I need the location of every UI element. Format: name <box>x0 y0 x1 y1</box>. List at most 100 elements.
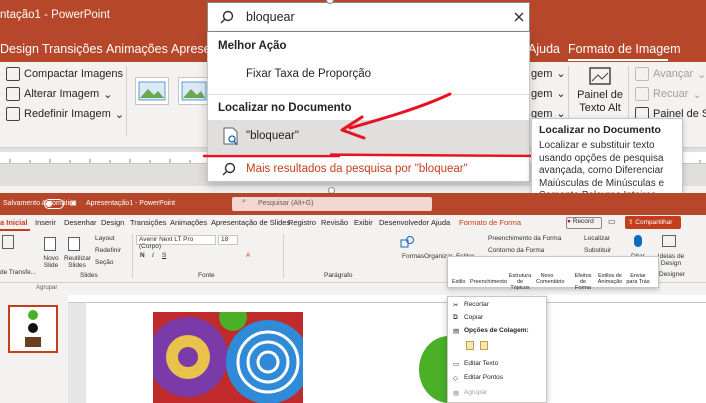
tab-revisao[interactable]: Revisão <box>321 218 348 227</box>
design-ideas-icon <box>662 235 676 247</box>
tab-formato-forma[interactable]: Formato de Forma <box>459 218 521 227</box>
novo-slide-button[interactable]: Novo Slide <box>40 255 62 269</box>
avancar-button[interactable]: Avançar ⌄ <box>635 67 706 81</box>
redefinir-button[interactable]: Redefinir <box>95 247 121 254</box>
layout-button[interactable]: Layout <box>95 235 115 242</box>
redefinir-imagem-button[interactable]: Redefinir Imagem ⌄ <box>6 107 124 121</box>
mini-novo-comentario[interactable]: Novo Comentário <box>536 273 564 285</box>
divider <box>132 234 133 278</box>
imagem-option-1[interactable]: gem ⌄ <box>531 67 566 81</box>
alterar-imagem-button[interactable]: Alterar Imagem ⌄ <box>6 87 112 101</box>
picture-style-icon <box>181 81 207 101</box>
ctx-opcoes-colagem: Opções de Colagem: <box>464 327 529 334</box>
chevron-down-icon: ⌄ <box>114 108 125 121</box>
substituir-button[interactable]: Substituir <box>584 247 611 254</box>
tab-apresentacao-slides[interactable]: Apresentação de Slides <box>211 218 290 227</box>
search-input[interactable]: bloquear <box>246 10 295 24</box>
qa-agrupar[interactable]: Agrupar <box>36 285 57 291</box>
formas-button[interactable]: Formas <box>402 253 424 260</box>
search-box[interactable]: bloquear <box>207 2 530 32</box>
edit-text-icon: ▭ <box>453 361 460 368</box>
mini-enviar-tras[interactable]: Enviar para Trás <box>626 273 650 285</box>
ctx-recortar[interactable]: Recortar <box>464 301 489 308</box>
context-menu: ✂ Recortar ⧉ Copiar ▤ Opções de Colagem:… <box>447 296 547 403</box>
red-underline <box>202 154 340 158</box>
autosave-toggle[interactable] <box>44 199 64 209</box>
comment-icon[interactable]: ▭ <box>608 217 616 226</box>
apple-shape <box>28 323 38 333</box>
tab-design[interactable]: Design <box>101 218 124 227</box>
tab-desenvolvedor[interactable]: Desenvolvedor <box>379 218 429 227</box>
picture-style-icon <box>138 81 166 101</box>
tab-inserir[interactable]: Inserir <box>35 218 56 227</box>
lower-ruler <box>68 295 706 303</box>
ctx-agrupar[interactable]: Agrupar <box>464 389 487 396</box>
paste-icon[interactable] <box>2 235 14 249</box>
picture-style-1[interactable] <box>135 77 169 105</box>
mini-estilo[interactable]: Estilo <box>452 279 465 285</box>
autosave-label: Salvamento Automático <box>3 200 77 207</box>
green-circle-shape <box>28 310 38 320</box>
reset-picture-icon <box>6 107 20 121</box>
tab-animacoes[interactable]: Animações <box>106 42 168 56</box>
gears-image[interactable] <box>153 312 303 403</box>
more-results-link[interactable]: Mais resultados da pesquisa por "bloquea… <box>246 163 468 175</box>
underline-button[interactable]: S <box>162 252 166 259</box>
best-action-item[interactable]: Fixar Taxa de Proporção <box>246 68 371 80</box>
record-button[interactable]: ● Record <box>566 217 602 229</box>
mini-efeitos-forma[interactable]: Efeitos de Forma <box>572 273 594 291</box>
paste-option-icon[interactable] <box>466 341 474 350</box>
gears-picture <box>153 312 303 403</box>
painel-texto-alt-button[interactable]: Painel de Texto Alt <box>576 66 624 122</box>
tab-transicoes[interactable]: Transições <box>130 218 166 227</box>
mini-estrutura-topicos[interactable]: Estrutura de Tópicos <box>508 273 532 291</box>
tab-ajuda[interactable]: Ajuda <box>528 42 560 56</box>
paste-icon: ▤ <box>453 328 460 335</box>
chevron-down-icon: ⌄ <box>692 88 702 101</box>
picture-style-2[interactable] <box>178 77 208 105</box>
alt-text-icon <box>589 67 611 85</box>
close-icon[interactable] <box>514 12 524 22</box>
mini-preenchimento[interactable]: Preenchimento <box>470 279 507 285</box>
tab-registro[interactable]: Registro <box>288 218 316 227</box>
preenchimento-forma-button[interactable]: Preenchimento da Forma <box>488 235 561 242</box>
slide-thumbnail-1[interactable] <box>8 305 58 353</box>
tab-transicoes[interactable]: Transições <box>42 42 103 56</box>
tab-pagina-inicial[interactable]: a Inicial <box>0 218 28 227</box>
compactar-imagens-button[interactable]: Compactar Imagens <box>6 67 123 81</box>
contorno-forma-button[interactable]: Contorno da Forma <box>488 247 544 254</box>
group-paragrafo-label: Parágrafo <box>324 272 353 279</box>
search-icon <box>220 10 234 24</box>
localizar-button[interactable]: Localizar <box>584 235 610 242</box>
font-size-select[interactable]: 18 <box>218 235 238 245</box>
ctx-editar-pontos[interactable]: Editar Pontos <box>464 374 503 381</box>
lower-search-placeholder: Pesquisar (Alt+G) <box>258 200 314 207</box>
mini-estilos-animacao[interactable]: Estilos de Animação <box>596 273 624 285</box>
bold-button[interactable]: N <box>140 252 145 259</box>
save-icon[interactable]: ▣ <box>70 199 77 207</box>
active-tab-indicator <box>568 59 668 61</box>
ctx-copiar[interactable]: Copiar <box>464 314 483 321</box>
divider <box>126 66 127 136</box>
ideias-design-button[interactable]: Ideias de Design <box>656 253 686 267</box>
tab-animacoes[interactable]: Animações <box>170 218 207 227</box>
group-designer-label: Designer <box>659 271 686 278</box>
ctx-editar-texto[interactable]: Editar Texto <box>464 360 498 367</box>
tab-exibir[interactable]: Exibir <box>354 218 373 227</box>
reutilizar-slides-button[interactable]: Reutilizar Slides <box>64 255 91 269</box>
change-picture-icon <box>6 87 20 101</box>
paste-option-icon[interactable] <box>480 341 488 350</box>
compress-icon <box>6 67 20 81</box>
tab-design[interactable]: Design <box>0 42 39 56</box>
lower-window-title: Apresentação1 - PowerPoint <box>86 200 176 207</box>
font-color-icon[interactable]: A <box>246 252 250 259</box>
secao-button[interactable]: Seção <box>95 259 113 266</box>
share-button[interactable]: ⇧ Compartilhar <box>625 216 681 229</box>
tab-ajuda[interactable]: Ajuda <box>431 218 450 227</box>
font-name-select[interactable]: Avenir Next LT Pro (Corpo) <box>136 235 216 250</box>
lower-search-box[interactable]: ⌕ Pesquisar (Alt+G) <box>232 197 432 211</box>
tab-formato-imagem[interactable]: Formato de Imagem <box>568 42 681 56</box>
tab-desenhar[interactable]: Desenhar <box>64 218 97 227</box>
italic-button[interactable]: I <box>152 252 154 259</box>
recuar-button[interactable]: Recuar ⌄ <box>635 87 702 101</box>
